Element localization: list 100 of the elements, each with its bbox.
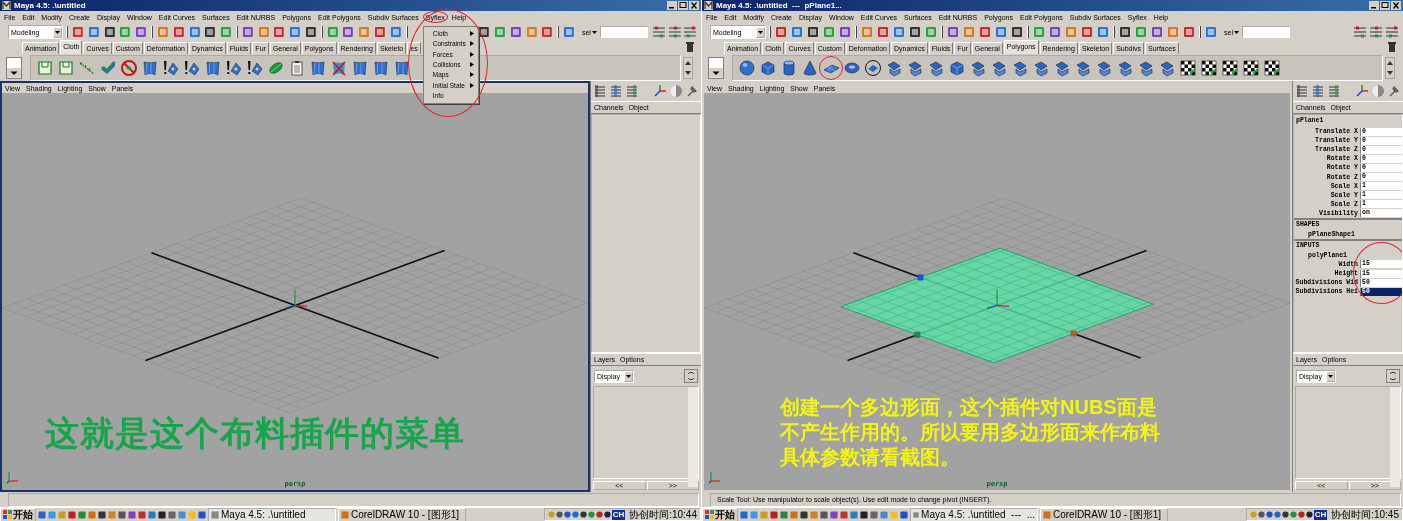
sphere-icon[interactable] (738, 58, 756, 77)
toolbar-grip-icon[interactable] (234, 25, 239, 39)
toolbar-icon[interactable] (908, 25, 922, 39)
clipboard-icon[interactable] (288, 58, 306, 77)
selection-field[interactable] (1241, 26, 1290, 38)
input-method-indicator[interactable]: CH (611, 509, 626, 520)
toolbar-icon[interactable] (1118, 25, 1132, 39)
frame-icon[interactable] (57, 58, 75, 77)
toolbar-icon[interactable] (774, 25, 788, 39)
toolbar-icon[interactable] (1048, 25, 1062, 39)
checker-icon[interactable] (1200, 58, 1218, 77)
toolbar-icon[interactable] (806, 25, 820, 39)
fabric-icon[interactable] (309, 58, 327, 77)
frame-icon[interactable] (36, 58, 54, 77)
fabric-icon[interactable] (393, 58, 411, 77)
axes-icon[interactable] (653, 84, 667, 98)
scroll-arrows-icon[interactable] (1385, 56, 1395, 79)
scrollbar-drawing[interactable] (1390, 387, 1400, 487)
maximize-icon[interactable] (678, 1, 688, 10)
channel-box-icon[interactable] (593, 84, 607, 98)
toolbar-icon[interactable] (373, 25, 387, 39)
toolbar-icon[interactable] (540, 25, 555, 39)
shaded-sphere-icon[interactable] (669, 84, 683, 98)
toolbar-icon[interactable] (71, 25, 85, 39)
shelf-menu-icon[interactable] (6, 56, 22, 79)
disk-icon[interactable] (864, 58, 882, 77)
toolbar-icon[interactable] (272, 25, 287, 39)
toolbar-icon[interactable] (303, 25, 318, 39)
toolbar-grip-icon[interactable] (940, 25, 944, 39)
toolbar-icon[interactable] (978, 25, 992, 39)
input-method-indicator[interactable]: CH (1313, 509, 1328, 520)
toolbar-grip-icon[interactable] (768, 25, 772, 39)
toolbar-grip-icon[interactable] (65, 25, 70, 39)
layout-lines-icon[interactable] (651, 25, 666, 39)
alert-fabric-icon[interactable] (183, 58, 201, 77)
toolbar-icon[interactable] (102, 25, 117, 39)
cone-icon[interactable] (801, 58, 819, 77)
toolbar-icon[interactable] (240, 25, 255, 39)
selection-field[interactable] (599, 26, 648, 38)
close-icon[interactable] (689, 1, 699, 10)
channel-layer-icon[interactable] (625, 84, 639, 98)
toolbar-grip-icon[interactable] (150, 25, 154, 39)
toolbar-icon[interactable] (1150, 25, 1164, 39)
toolbar-icon[interactable] (1080, 25, 1094, 39)
taskbar-button[interactable]: Maya 4.5: .\untitled --- ... (910, 508, 1038, 521)
layout-lines-icon[interactable] (1353, 25, 1367, 39)
alert-fabric-icon[interactable] (162, 58, 180, 77)
toolbar-icon[interactable] (203, 25, 218, 39)
channel-layer-icon[interactable] (1327, 84, 1341, 98)
toolbar-icon[interactable] (838, 25, 852, 39)
maximize-icon[interactable] (1380, 1, 1390, 10)
scroll-arrows-icon[interactable] (683, 56, 693, 79)
shelf-menu-icon[interactable] (708, 56, 724, 79)
taskbar-button[interactable]: CorelDRAW 10 - [图形1] (1040, 508, 1168, 521)
close-icon[interactable] (1391, 1, 1401, 10)
checker-icon[interactable] (1179, 58, 1197, 77)
checker-icon[interactable] (1242, 58, 1260, 77)
caret-icon[interactable] (591, 30, 597, 34)
toolbar-icon[interactable] (1182, 25, 1196, 39)
layout-lines-icon[interactable] (667, 25, 682, 39)
toolbar-icon[interactable] (477, 25, 492, 39)
fabric-icon[interactable] (372, 58, 390, 77)
toolbar-icon[interactable] (171, 25, 186, 39)
taskbar-button[interactable]: CorelDRAW 10 - [图形1] (338, 508, 466, 521)
trash-icon[interactable] (1387, 41, 1397, 52)
layer-editor-icon[interactable] (609, 84, 623, 98)
start-button[interactable]: 开始 (0, 508, 36, 521)
toolbar-grip-icon[interactable] (1198, 25, 1202, 39)
checker-icon[interactable] (1263, 58, 1281, 77)
toolbar-icon[interactable] (508, 25, 523, 39)
taskbar-button[interactable]: Maya 4.5: .\untitled (208, 508, 336, 521)
fabric-icon[interactable] (351, 58, 369, 77)
toolbar-icon[interactable] (341, 25, 356, 39)
layout-lines-icon[interactable] (1369, 25, 1383, 39)
layer-editor-icon[interactable] (1311, 84, 1325, 98)
toolbar-icon[interactable] (1010, 25, 1024, 39)
fabric-icon[interactable] (141, 58, 159, 77)
start-button[interactable]: 开始 (702, 508, 738, 521)
alert-fabric-icon[interactable] (225, 58, 243, 77)
toolbar-grip-icon[interactable] (404, 25, 409, 39)
toolbar-icon[interactable] (946, 25, 960, 39)
toolbar-grip-icon[interactable] (854, 25, 858, 39)
alert-fabric-icon[interactable] (246, 58, 264, 77)
pin-icon[interactable] (1387, 84, 1401, 98)
checker-icon[interactable] (1221, 58, 1239, 77)
fabric-icon[interactable] (204, 58, 222, 77)
channel-box-icon[interactable] (1295, 84, 1309, 98)
forbidden-icon[interactable] (120, 58, 138, 77)
layout-lines-icon[interactable] (683, 25, 698, 39)
caret-icon[interactable] (1233, 30, 1239, 34)
toolbar-grip-icon[interactable] (1112, 25, 1116, 39)
toolbar-icon[interactable] (876, 25, 890, 39)
toolbar-grip-icon[interactable] (1026, 25, 1030, 39)
refresh-icon[interactable] (684, 369, 698, 383)
toolbar-grip-icon[interactable] (319, 25, 324, 39)
layout-lines-icon[interactable] (1385, 25, 1399, 39)
cylinder-icon[interactable] (780, 58, 798, 77)
refresh-icon[interactable] (1386, 369, 1400, 383)
pin-icon[interactable] (685, 84, 699, 98)
trash-icon[interactable] (685, 41, 695, 52)
